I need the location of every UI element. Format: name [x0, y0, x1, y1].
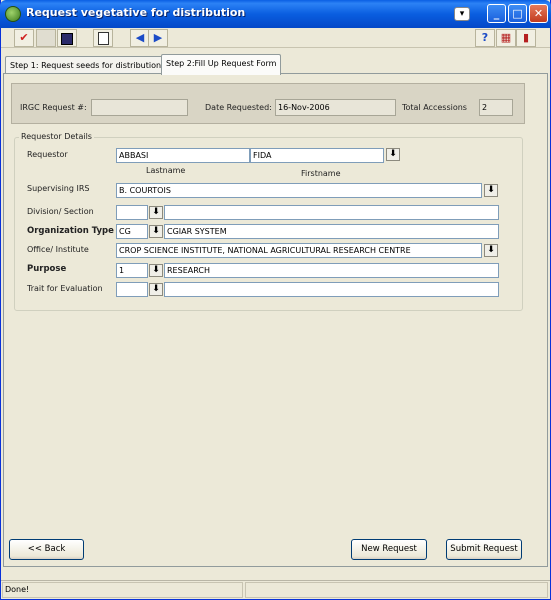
check-icon: ✔	[19, 31, 29, 44]
date-requested-field[interactable]: 16-Nov-2006	[275, 99, 396, 116]
organization-type-dropdown-button[interactable]: ⬇	[149, 225, 163, 238]
tab-step1[interactable]: Step 1: Request seeds for distribution	[5, 56, 167, 74]
status-panel-secondary	[245, 582, 548, 598]
organization-type-label: Organization Type	[27, 226, 114, 236]
help-button[interactable]: ?	[475, 29, 495, 47]
office-institute-field[interactable]: CROP SCIENCE INSTITUTE, NATIONAL AGRICUL…	[116, 243, 482, 258]
dropdown-arrow-icon: ⬇	[389, 149, 397, 159]
purpose-label: Purpose	[27, 264, 67, 274]
status-text: Done!	[2, 582, 243, 598]
clipboard-button[interactable]	[93, 29, 113, 47]
back-button[interactable]: << Back	[9, 539, 84, 560]
firstname-caption: Firstname	[301, 169, 341, 178]
lastname-field[interactable]: ABBASI	[116, 148, 250, 163]
maximize-button[interactable]: □	[508, 4, 527, 23]
organization-type-value-field[interactable]: CGIAR SYSTEM	[164, 224, 499, 239]
maximize-icon: □	[512, 7, 523, 20]
office-institute-dropdown-button[interactable]: ⬇	[484, 244, 498, 257]
irgc-request-field[interactable]	[91, 99, 188, 116]
close-button[interactable]: ✕	[529, 4, 548, 23]
total-accessions-label: Total Accessions	[402, 103, 467, 112]
total-accessions-field[interactable]: 2	[479, 99, 513, 116]
minimize-icon: _	[493, 7, 500, 20]
supervising-irs-dropdown-button[interactable]: ⬇	[484, 184, 498, 197]
division-value-field[interactable]	[164, 205, 499, 220]
firstname-field[interactable]: FIDA	[250, 148, 384, 163]
app-icon	[5, 6, 21, 22]
save-icon	[61, 33, 73, 45]
purpose-dropdown-button[interactable]: ⬇	[149, 264, 163, 277]
exit-icon: ▮	[522, 31, 530, 44]
trait-code-field[interactable]	[116, 282, 148, 297]
next-icon: ▶	[153, 31, 163, 44]
supervising-irs-field[interactable]: B. COURTOIS	[116, 183, 482, 198]
tab-step2[interactable]: Step 2:Fill Up Request Form	[161, 54, 282, 75]
division-code-field[interactable]	[116, 205, 148, 220]
blank-button[interactable]	[36, 29, 56, 47]
window-title: Request vegetative for distribution	[26, 6, 246, 19]
previous-button[interactable]: ◀	[130, 29, 150, 47]
organization-type-code-field[interactable]: CG	[116, 224, 148, 239]
office-institute-label: Office/ Institute	[27, 245, 89, 254]
chevron-down-icon: ▾	[459, 9, 465, 19]
trait-value-field[interactable]	[164, 282, 499, 297]
print-button[interactable]: ▦	[496, 29, 516, 47]
purpose-value-field[interactable]: RESEARCH	[164, 263, 499, 278]
dropdown-window-button[interactable]: ▾	[454, 7, 470, 21]
dropdown-arrow-icon: ⬇	[487, 245, 495, 255]
lastname-caption: Lastname	[146, 166, 186, 175]
irgc-request-label: IRGC Request #:	[20, 103, 87, 112]
clipboard-icon	[97, 32, 109, 45]
close-icon: ✕	[533, 7, 544, 20]
requestor-label: Requestor	[27, 150, 68, 159]
help-icon: ?	[481, 31, 489, 44]
division-dropdown-button[interactable]: ⬇	[149, 206, 163, 219]
dropdown-arrow-icon: ⬇	[152, 207, 160, 217]
purpose-code-field[interactable]: 1	[116, 263, 148, 278]
print-icon: ▦	[500, 31, 512, 44]
previous-icon: ◀	[135, 31, 145, 44]
dropdown-arrow-icon: ⬇	[152, 284, 160, 294]
trait-evaluation-label: Trait for Evaluation	[27, 284, 103, 293]
requestor-dropdown-button[interactable]: ⬇	[386, 148, 400, 161]
toolbar	[1, 28, 550, 48]
save-button[interactable]	[57, 29, 77, 47]
submit-request-button[interactable]: Submit Request	[446, 539, 522, 560]
dropdown-arrow-icon: ⬇	[152, 226, 160, 236]
trait-dropdown-button[interactable]: ⬇	[149, 283, 163, 296]
exit-button[interactable]: ▮	[516, 29, 536, 47]
division-section-label: Division/ Section	[27, 207, 94, 216]
minimize-button[interactable]: _	[487, 4, 506, 23]
dropdown-arrow-icon: ⬇	[487, 185, 495, 195]
supervising-irs-label: Supervising IRS	[27, 184, 90, 193]
check-button[interactable]: ✔	[14, 29, 34, 47]
dropdown-arrow-icon: ⬇	[152, 265, 160, 275]
requestor-details-title: Requestor Details	[19, 131, 94, 143]
next-button[interactable]: ▶	[148, 29, 168, 47]
new-request-button[interactable]: New Request	[351, 539, 427, 560]
date-requested-label: Date Requested:	[205, 103, 272, 112]
